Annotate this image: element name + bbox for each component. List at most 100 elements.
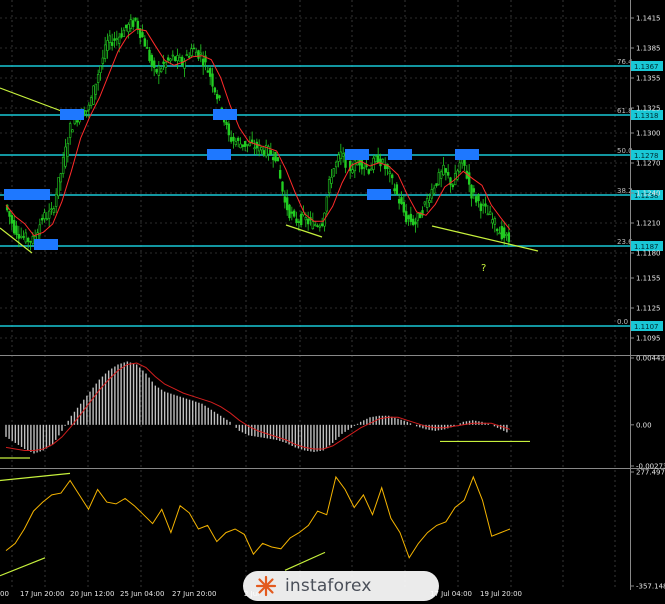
candle-body <box>327 179 331 194</box>
candle-body <box>491 219 494 224</box>
candle-body <box>243 141 247 147</box>
macd-bar <box>347 424 349 430</box>
candle-body <box>143 38 147 47</box>
candle-body <box>271 157 275 161</box>
candle-body <box>276 157 280 162</box>
candle-body <box>54 193 58 207</box>
candle-body <box>444 168 448 173</box>
macd-bar <box>98 379 101 425</box>
macd-bar <box>350 424 353 428</box>
candle-body <box>446 172 450 176</box>
candle-body <box>106 40 109 51</box>
candle-body <box>290 211 294 214</box>
candle-body <box>10 215 14 224</box>
macd-bar <box>307 424 309 451</box>
candle-body <box>162 61 165 64</box>
candle-body <box>108 35 112 43</box>
macd-bar <box>48 424 51 447</box>
candle-body <box>24 232 28 243</box>
candle-body <box>141 32 144 38</box>
macd-bar <box>64 424 66 426</box>
level-marker <box>213 109 237 120</box>
candle-body <box>152 60 156 68</box>
candle-body <box>178 57 182 62</box>
level-marker <box>34 239 58 250</box>
macd-bar <box>61 424 63 431</box>
candle-body <box>381 159 385 163</box>
candle-body <box>171 54 175 57</box>
candle-body <box>183 60 186 69</box>
macd-bar <box>260 424 262 438</box>
candle-body <box>507 232 511 243</box>
macd-bar <box>8 424 10 439</box>
candle-body <box>45 218 49 220</box>
candle-body <box>225 121 228 125</box>
macd-bar <box>394 417 396 425</box>
macd-bar <box>269 424 272 439</box>
candle-body <box>367 169 371 174</box>
candle-body <box>376 154 380 164</box>
macd-bar <box>229 421 231 425</box>
moving-average-line <box>5 28 511 237</box>
macd-bar <box>51 424 54 445</box>
candle-body <box>208 68 212 77</box>
candle-body <box>330 176 333 184</box>
price-tick-label: 1.1155 <box>636 275 661 283</box>
time-axis-label: 00 <box>0 590 9 598</box>
candle-body <box>75 120 79 123</box>
candle-body <box>395 184 399 195</box>
macd-bar <box>14 424 17 443</box>
macd-bar <box>76 407 79 425</box>
candle-body <box>304 217 308 221</box>
candle-body <box>253 147 256 150</box>
macd-bar <box>135 364 138 425</box>
candle-body <box>260 147 263 151</box>
macd-bar <box>499 424 502 430</box>
macd-bar <box>151 381 153 425</box>
macd-bar <box>55 424 57 440</box>
candle-body <box>281 181 284 192</box>
macd-bar <box>132 363 135 425</box>
candle-body <box>274 151 277 162</box>
macd-bar <box>226 419 228 425</box>
cci-tick-label: 277.4971 <box>636 469 665 477</box>
macd-bar <box>251 424 253 436</box>
candle-body <box>311 221 315 230</box>
candle-body <box>68 123 72 138</box>
price-tick-label: 1.1270 <box>636 160 661 168</box>
candle-body <box>187 56 191 58</box>
macd-bar <box>148 377 150 425</box>
macd-bar <box>160 389 163 425</box>
macd-bar <box>185 398 188 425</box>
fib-price-label: 1.1367 <box>634 63 659 71</box>
macd-bar <box>372 416 374 425</box>
candle-body <box>407 215 410 220</box>
macd-bar <box>120 363 122 425</box>
candle-body <box>250 139 254 143</box>
price-tick-label: 1.1125 <box>636 305 661 313</box>
macd-bar <box>415 424 418 427</box>
macd-bar <box>173 394 175 425</box>
macd-bar <box>39 424 41 452</box>
candle-body <box>313 224 317 227</box>
macd-axis-ticks: 0.004430.00-0.00273 <box>630 355 665 471</box>
macd-signal-line <box>5 362 511 451</box>
question-mark-annotation: ? <box>481 263 486 274</box>
candle-body <box>498 232 501 235</box>
candle-body <box>351 169 354 174</box>
candle-body <box>92 85 95 105</box>
macd-bar <box>92 387 94 425</box>
candle-body <box>451 184 455 188</box>
macd-bar <box>244 424 247 434</box>
candle-body <box>481 203 485 206</box>
cci-trend-line <box>0 557 46 577</box>
price-pane: ? 76.41.136761.81.131850.01.127838.21.12… <box>0 14 663 343</box>
macd-bar <box>17 424 20 445</box>
cci-trend-lines <box>0 472 326 577</box>
macd-bar <box>58 424 60 436</box>
candle-body <box>155 69 158 73</box>
candle-body <box>71 129 74 133</box>
candle-body <box>241 144 245 147</box>
macd-bar <box>11 424 13 441</box>
candle-body <box>502 227 506 238</box>
